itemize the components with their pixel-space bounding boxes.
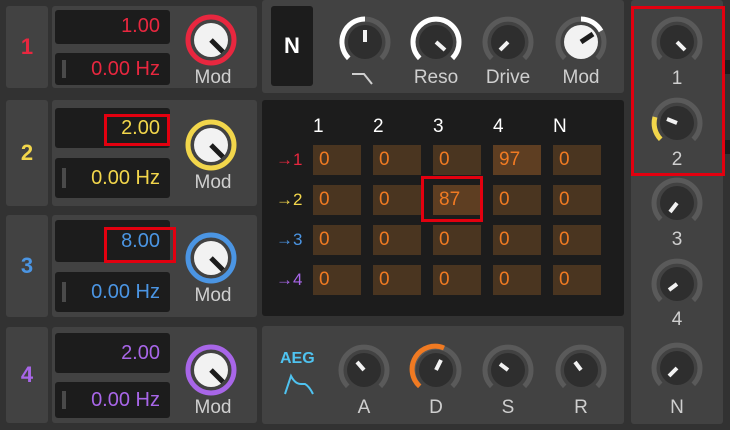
matrix-cell[interactable]: 0 [553,265,601,295]
operator-4-freq-value: 0.00 Hz [91,389,160,411]
matrix-cell[interactable]: 0 [373,265,421,295]
filter-drive-knob[interactable] [480,14,536,70]
operator-3-mod-label: Mod [194,285,232,306]
output-noise-label: N [670,397,684,418]
operator-1-number-panel: 1 [6,6,48,88]
operator-4-ratio-field[interactable]: 2.00 [55,333,170,373]
operator-1-mod-knob[interactable] [183,12,239,68]
matrix-cell[interactable]: 0 [553,225,601,255]
filter-reso-label: Reso [413,67,459,88]
matrix-col-header: 3 [433,116,444,137]
matrix-col-header: N [553,116,567,137]
filter-mode-button[interactable]: N [271,6,313,86]
matrix-col-header: 4 [493,116,504,137]
matrix-row-header: →4 [276,270,303,289]
operator-1-ratio-field[interactable]: 1.00 [55,10,170,44]
matrix-cell[interactable]: 0 [373,225,421,255]
operator-2-mod-knob[interactable] [183,117,239,173]
matrix-cell[interactable]: 0 [313,145,361,175]
output-4-label: 4 [671,309,683,330]
matrix-col-header: 1 [313,116,324,137]
highlight-box [421,176,483,222]
operator-3-mod-knob[interactable] [183,230,239,286]
matrix-cell[interactable]: 0 [433,265,481,295]
operator-4-number: 4 [20,362,34,387]
filter-mod-label: Mod [562,67,600,88]
highlight-box [104,227,176,263]
operator-4-mod-knob[interactable] [183,342,239,398]
operator-2-freq-field[interactable]: 0.00 Hz [55,158,170,198]
matrix-cell[interactable]: 0 [433,145,481,175]
lowpass-curve-icon [352,73,373,85]
operator-1-freq-value: 0.00 Hz [91,58,160,80]
operator-1-mod-label: Mod [194,67,232,88]
scroll-tab [725,60,730,74]
matrix-cell[interactable]: 0 [493,225,541,255]
aeg-decay-knob[interactable] [408,342,464,398]
filter-drive-label: Drive [485,67,531,88]
output-4-knob[interactable] [649,256,705,312]
operator-2-freq-value: 0.00 Hz [91,167,160,189]
matrix-row-header: →1 [276,150,303,169]
aeg-label: AEG [280,350,315,367]
aeg-release-knob[interactable] [553,342,609,398]
aeg-sustain-label: S [501,397,515,418]
operator-4-number-panel: 4 [6,327,48,423]
matrix-cell[interactable]: 0 [553,185,601,215]
output-noise-knob[interactable] [649,340,705,396]
matrix-cell[interactable]: 0 [493,185,541,215]
filter-reso-knob[interactable] [408,14,464,70]
operator-4-freq-field[interactable]: 0.00 Hz [55,382,170,418]
matrix-col-header: 2 [373,116,384,137]
scroll-tab [725,140,730,154]
operator-1-number: 1 [20,34,34,59]
operator-3-number: 3 [20,253,34,278]
envelope-shape-icon [284,373,314,395]
matrix-cell[interactable]: 97 [493,145,541,175]
matrix-cell[interactable]: 0 [373,185,421,215]
matrix-cell[interactable]: 0 [373,145,421,175]
highlight-box [104,114,170,146]
operator-1-freq-field[interactable]: 0.00 Hz [55,53,170,85]
operator-4-mod-label: Mod [194,397,232,418]
aeg-sustain-knob[interactable] [480,342,536,398]
operator-2-number: 2 [20,140,34,165]
matrix-cell[interactable]: 0 [433,225,481,255]
operator-2-mod-label: Mod [194,172,232,193]
aeg-attack-knob[interactable] [336,342,392,398]
matrix-row-header: →3 [276,230,303,249]
highlight-box [631,6,725,176]
matrix-cell[interactable]: 0 [313,225,361,255]
matrix-cell[interactable]: 0 [493,265,541,295]
operator-2-number-panel: 2 [6,100,48,206]
aeg-decay-label: D [429,397,443,418]
matrix-row-header: →2 [276,190,303,209]
operator-3-number-panel: 3 [6,215,48,317]
operator-3-freq-field[interactable]: 0.00 Hz [55,272,170,312]
aeg-release-label: R [574,397,588,418]
filter-mod-knob[interactable] [553,14,609,70]
matrix-cell[interactable]: 0 [313,185,361,215]
operator-3-freq-value: 0.00 Hz [91,281,160,303]
output-3-knob[interactable] [649,175,705,231]
filter-cutoff-knob[interactable] [337,14,393,70]
matrix-cell[interactable]: 0 [313,265,361,295]
matrix-cell[interactable]: 0 [553,145,601,175]
aeg-attack-label: A [357,397,371,418]
output-3-label: 3 [671,229,683,250]
